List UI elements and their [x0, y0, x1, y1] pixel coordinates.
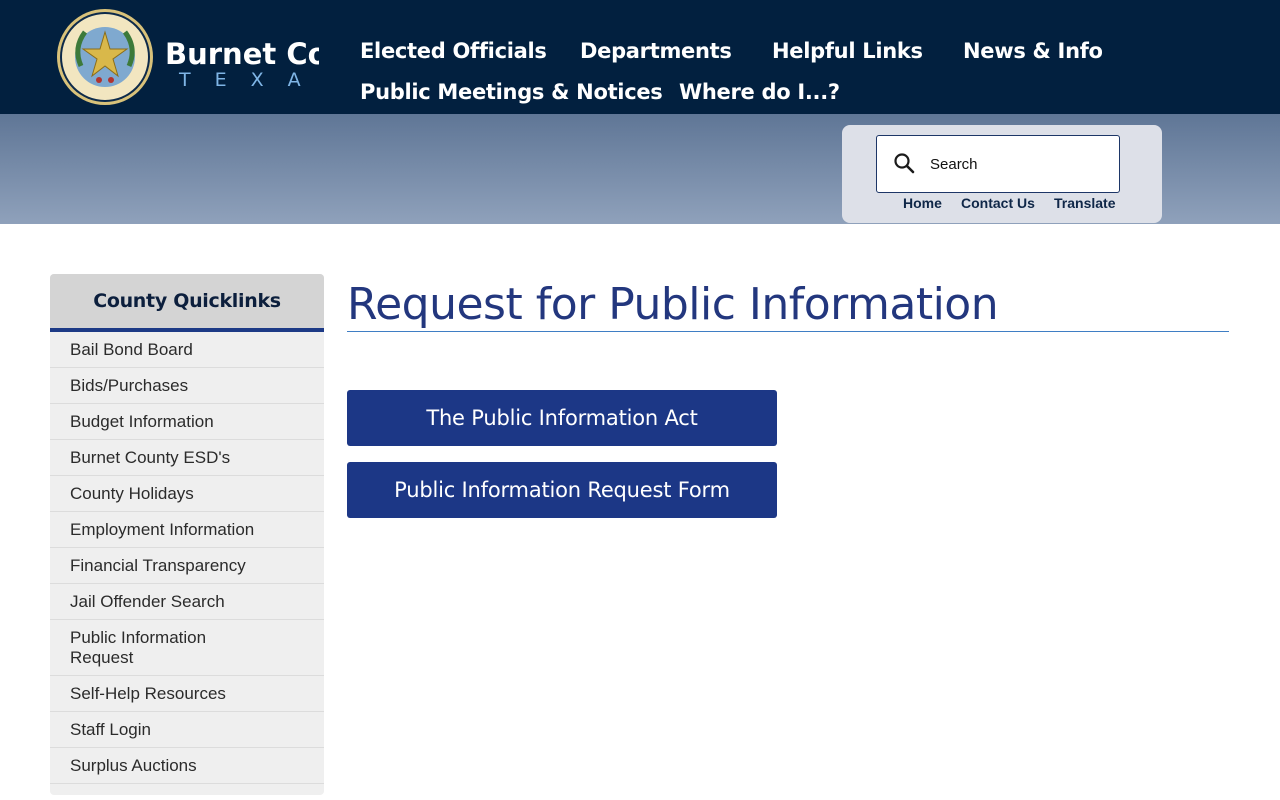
- quicklink-county-holidays[interactable]: County Holidays: [50, 476, 324, 512]
- quicklink-label: Public Information Request: [70, 628, 207, 667]
- quicklink-bids-purchases[interactable]: Bids/Purchases: [50, 368, 324, 404]
- quicklinks-list: Bail Bond Board Bids/Purchases Budget In…: [50, 332, 324, 784]
- public-information-request-form-button[interactable]: Public Information Request Form: [347, 462, 777, 518]
- nav-news-info[interactable]: News & Info: [963, 36, 1103, 66]
- quicklink-label: Self-Help Resources: [70, 684, 226, 703]
- quicklink-label: Financial Transparency: [70, 556, 246, 575]
- quicklink-surplus-auctions[interactable]: Surplus Auctions: [50, 748, 324, 784]
- quicklink-public-information-request[interactable]: Public Information Request: [50, 620, 324, 676]
- page-title: Request for Public Information: [347, 279, 999, 330]
- public-information-act-button[interactable]: The Public Information Act: [347, 390, 777, 446]
- quicklink-label: Bids/Purchases: [70, 376, 189, 395]
- quicklink-employment-information[interactable]: Employment Information: [50, 512, 324, 548]
- search-icon[interactable]: [893, 152, 915, 174]
- quicklink-label: Bail Bond Board: [70, 340, 193, 359]
- sidebar-title: County Quicklinks: [93, 290, 281, 312]
- quicklink-financial-transparency[interactable]: Financial Transparency: [50, 548, 324, 584]
- quicklink-label: Burnet County ESD's: [70, 448, 231, 467]
- brand-name: Burnet County: [165, 37, 319, 71]
- utility-link-contact-us[interactable]: Contact Us: [961, 195, 1035, 211]
- sidebar-header: County Quicklinks: [50, 274, 324, 332]
- quicklink-staff-login[interactable]: Staff Login: [50, 712, 324, 748]
- quicklink-burnet-county-esds[interactable]: Burnet County ESD's: [50, 440, 324, 476]
- brand-wordmark[interactable]: Burnet County TEXAS: [165, 36, 319, 96]
- quicklink-budget-information[interactable]: Budget Information: [50, 404, 324, 440]
- utility-link-home[interactable]: Home: [903, 195, 942, 211]
- county-quicklinks-sidebar: County Quicklinks Bail Bond Board Bids/P…: [50, 274, 324, 795]
- quicklink-label: Jail Offender Search: [70, 592, 225, 611]
- title-divider: [347, 331, 1229, 332]
- utility-link-translate[interactable]: Translate: [1054, 195, 1115, 211]
- quicklink-label: Employment Information: [70, 520, 255, 539]
- quicklink-jail-offender-search[interactable]: Jail Offender Search: [50, 584, 324, 620]
- quicklink-label: County Holidays: [70, 484, 194, 503]
- nav-elected-officials[interactable]: Elected Officials: [360, 36, 547, 66]
- quicklink-bail-bond-board[interactable]: Bail Bond Board: [50, 332, 324, 368]
- county-seal-logo[interactable]: [55, 8, 155, 106]
- nav-departments[interactable]: Departments: [580, 36, 732, 66]
- brand-state: TEXAS: [179, 69, 319, 91]
- nav-where-do-i[interactable]: Where do I...?: [679, 77, 840, 107]
- nav-helpful-links[interactable]: Helpful Links: [772, 36, 923, 66]
- quicklink-label: Staff Login: [70, 720, 151, 739]
- quicklink-label: Surplus Auctions: [70, 756, 197, 775]
- search-input[interactable]: [930, 150, 1110, 178]
- nav-public-meetings-notices[interactable]: Public Meetings & Notices: [360, 77, 663, 107]
- quicklink-self-help-resources[interactable]: Self-Help Resources: [50, 676, 324, 712]
- quicklink-label: Budget Information: [70, 412, 214, 431]
